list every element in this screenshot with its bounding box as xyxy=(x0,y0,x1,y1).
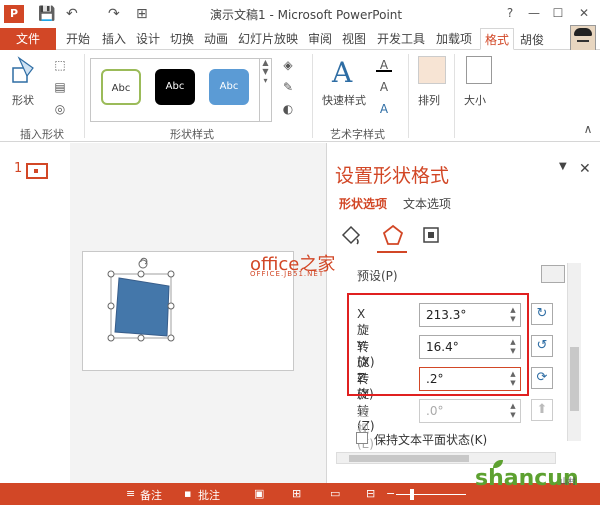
gallery-scroll[interactable]: ▲ ▼ ▾ xyxy=(259,58,271,122)
tab-addins[interactable]: 加载项 xyxy=(432,28,476,50)
merge-shapes-icon[interactable]: ◎ xyxy=(52,102,68,116)
reading-view-icon[interactable]: ▭ xyxy=(330,487,340,500)
pane-title: 设置形状格式 xyxy=(335,165,450,187)
slide-thumbnail-pane: 1 xyxy=(0,143,70,483)
tab-animations[interactable]: 动画 xyxy=(200,28,232,50)
text-box-icon[interactable]: ▤ xyxy=(52,80,68,94)
undo-icon[interactable]: ↶ xyxy=(66,5,78,23)
help-button[interactable]: ? xyxy=(500,4,520,22)
slide-number: 1 xyxy=(14,161,23,176)
ribbon-tabs: 文件 开始 插入 设计 切换 动画 幻灯片放映 审阅 视图 开发工具 加载项 格… xyxy=(0,28,600,50)
slide-sorter-icon[interactable]: ⊞ xyxy=(292,487,301,500)
tab-developer[interactable]: 开发工具 xyxy=(374,28,428,50)
z-rotate-icon[interactable]: ⟳ xyxy=(531,367,553,389)
office-watermark-url: OFFICE.JB51.NET xyxy=(250,270,325,278)
y-rotate-icon[interactable]: ↺ xyxy=(531,335,553,357)
slideshow-icon[interactable]: ⊟ xyxy=(366,487,375,500)
close-button[interactable]: ✕ xyxy=(574,4,594,22)
zoom-out-icon[interactable]: − xyxy=(386,487,395,500)
rotation-highlight-box xyxy=(347,293,529,396)
pane-options-icon[interactable]: ▼ xyxy=(559,161,567,172)
hscroll-thumb[interactable] xyxy=(349,455,469,462)
save-icon[interactable]: 💾 xyxy=(38,5,55,23)
preset-label: 预设(P) xyxy=(357,269,398,283)
active-category-indicator xyxy=(377,251,407,253)
redo-icon[interactable]: ↷ xyxy=(108,5,120,23)
notes-icon[interactable]: ≡ xyxy=(126,487,135,500)
minimize-button[interactable]: — xyxy=(524,4,544,22)
perspective-input: .0° ▲ ▼ xyxy=(419,399,521,423)
pane-vertical-scrollbar[interactable] xyxy=(567,263,581,441)
tab-shape-options[interactable]: 形状选项 xyxy=(339,195,387,212)
shape-style-black[interactable]: Abc xyxy=(155,69,195,105)
text-effects-icon[interactable]: A xyxy=(376,102,392,116)
effects-icon[interactable] xyxy=(381,223,405,247)
preset-dropdown[interactable] xyxy=(541,265,565,283)
maximize-button[interactable]: ☐ xyxy=(548,4,568,22)
quick-styles-label[interactable]: 快速样式 xyxy=(322,92,366,108)
perspective-icon: ⬆ xyxy=(531,399,553,421)
pane-close-icon[interactable]: ✕ xyxy=(579,161,591,177)
tab-file[interactable]: 文件 xyxy=(0,28,56,50)
arrange-button-label[interactable]: 排列 xyxy=(418,92,440,108)
pane-scroll-thumb[interactable] xyxy=(570,347,579,411)
powerpoint-app-icon: P xyxy=(4,5,24,23)
start-from-beginning-icon[interactable]: ⊞ xyxy=(136,5,148,23)
tab-format[interactable]: 格式 xyxy=(480,28,514,50)
shape-style-blue[interactable]: Abc xyxy=(209,69,249,105)
arrange-icon[interactable] xyxy=(418,56,446,84)
tab-text-options[interactable]: 文本选项 xyxy=(403,195,451,212)
ribbon: 形状 ⬚ ▤ ◎ 插入形状 Abc Abc Abc ▲ ▼ ▾ ◈ ✎ ◐ 形状样式… xyxy=(0,50,600,142)
x-rotate-icon[interactable]: ↻ xyxy=(531,303,553,325)
size-properties-icon[interactable] xyxy=(419,223,443,247)
zoom-slider-track[interactable] xyxy=(396,494,466,495)
shape-style-outline[interactable]: Abc xyxy=(101,69,141,105)
tab-home[interactable]: 开始 xyxy=(62,28,94,50)
edit-shape-icon[interactable]: ⬚ xyxy=(52,58,68,72)
comments-icon[interactable]: ▪ xyxy=(184,487,191,500)
shape-fill-icon[interactable]: ◈ xyxy=(280,58,296,72)
group-divider xyxy=(84,54,85,138)
shancun-watermark-sub: 山村 xyxy=(560,477,576,486)
shapes-button-label[interactable]: 形状 xyxy=(12,92,34,108)
notes-button[interactable]: 备注 xyxy=(140,487,162,503)
collapse-ribbon-icon[interactable]: ∧ xyxy=(580,122,596,136)
fill-line-icon[interactable] xyxy=(339,223,363,247)
shape-outline-icon[interactable]: ✎ xyxy=(280,80,296,94)
group-label-shape-styles: 形状样式 xyxy=(170,128,214,141)
keep-text-flat-checkbox[interactable] xyxy=(356,432,368,444)
user-name[interactable]: 胡俊 xyxy=(520,31,544,48)
size-button-label[interactable]: 大小 xyxy=(464,92,486,108)
window-title: 演示文稿1 - Microsoft PowerPoint xyxy=(210,8,403,22)
text-outline-icon[interactable]: A xyxy=(376,80,392,94)
user-avatar[interactable] xyxy=(570,25,596,53)
tab-slideshow[interactable]: 幻灯片放映 xyxy=(236,28,300,50)
title-bar: P 💾 ↶ ↷ ⊞ 演示文稿1 - Microsoft PowerPoint ?… xyxy=(0,0,600,28)
slide-thumbnail[interactable] xyxy=(26,163,48,179)
tab-design[interactable]: 设计 xyxy=(132,28,164,50)
shape-effects-icon[interactable]: ◐ xyxy=(280,102,296,116)
tab-view[interactable]: 视图 xyxy=(340,28,368,50)
shapes-icon[interactable] xyxy=(8,54,44,90)
normal-view-icon[interactable]: ▣ xyxy=(254,487,264,500)
group-divider xyxy=(312,54,313,138)
tab-transitions[interactable]: 切换 xyxy=(166,28,198,50)
perspective-spinner: ▲ ▼ xyxy=(510,402,516,419)
group-label-insert-shapes: 插入形状 xyxy=(20,128,64,141)
group-divider xyxy=(408,54,409,138)
pane-horizontal-scrollbar[interactable] xyxy=(336,452,556,464)
zoom-slider-handle[interactable] xyxy=(410,489,414,500)
wordart-quick-styles-icon[interactable]: A xyxy=(332,56,352,89)
group-divider xyxy=(454,54,455,138)
size-icon[interactable] xyxy=(466,56,492,84)
keep-text-flat-label: 保持文本平面状态(K) xyxy=(374,433,488,447)
tab-review[interactable]: 审阅 xyxy=(306,28,334,50)
comments-button[interactable]: 批注 xyxy=(198,487,220,503)
shape-styles-gallery: Abc Abc Abc xyxy=(90,58,272,122)
group-label-wordart-styles: 艺术字样式 xyxy=(330,128,385,141)
tab-insert[interactable]: 插入 xyxy=(98,28,130,50)
text-fill-icon[interactable]: A xyxy=(376,58,392,72)
